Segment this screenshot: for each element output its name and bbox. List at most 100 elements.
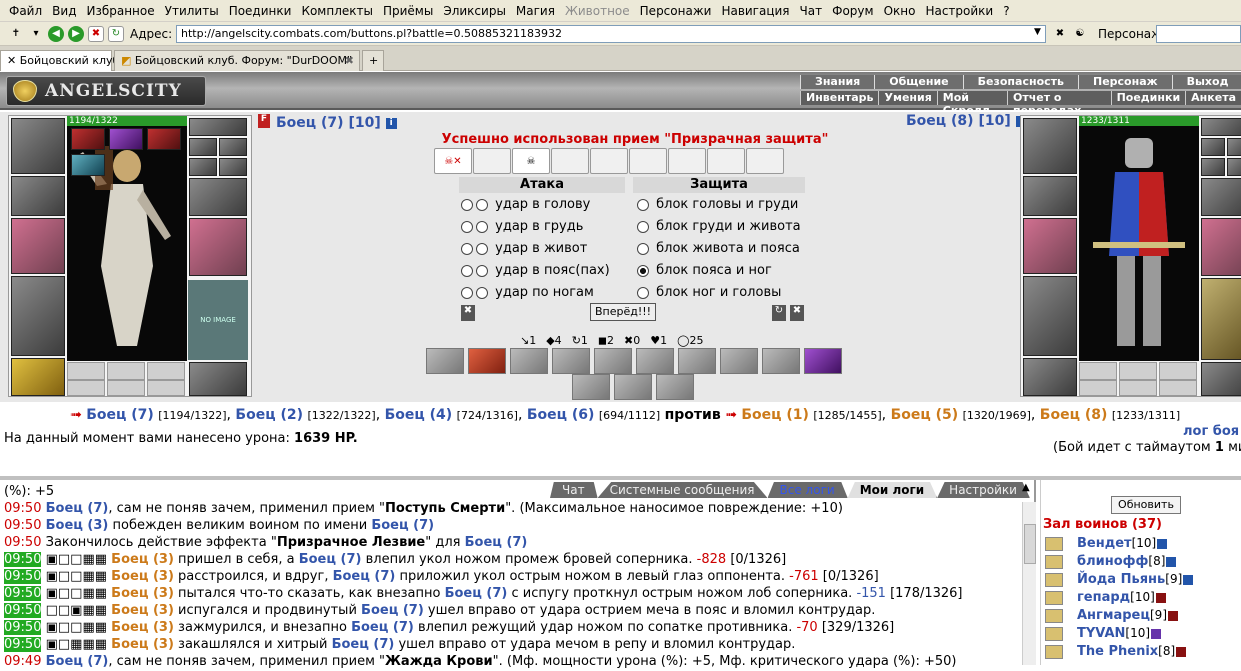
header-nav-item[interactable]: Безопасность (962, 75, 1078, 89)
warrior-item[interactable]: гепард[10] (1045, 590, 1193, 608)
info-icon[interactable] (1176, 646, 1187, 657)
empty-slot[interactable] (1079, 362, 1117, 380)
empty-slot[interactable] (107, 362, 145, 380)
persona-input[interactable] (1156, 25, 1241, 43)
defense-option[interactable]: блок головы и груди (637, 197, 798, 212)
chat-tab[interactable]: Мои логи (847, 482, 938, 498)
header-subnav-item[interactable]: Анкета (1185, 91, 1241, 105)
buff-slot[interactable] (71, 128, 105, 150)
menu-item[interactable]: Окно (879, 4, 921, 18)
header-subnav-item[interactable]: Мой Скролл (936, 91, 1007, 117)
spell-slot[interactable] (614, 374, 652, 400)
ring-slot[interactable] (1201, 138, 1225, 156)
amulet-slot[interactable] (1201, 118, 1241, 136)
trick-slot[interactable]: ☠ (512, 148, 550, 174)
dropdown-icon[interactable]: ▾ (28, 26, 44, 42)
stop-icon[interactable]: ✖ (88, 25, 104, 42)
team-left-fighter[interactable]: Боец (2) (235, 407, 303, 423)
header-nav-item[interactable]: Персонаж (1078, 75, 1172, 89)
ring-slot[interactable] (219, 138, 247, 156)
menu-item[interactable]: Навигация (716, 4, 794, 18)
warrior-name[interactable]: Ангмарец (1077, 608, 1150, 623)
attack-radio-a[interactable] (461, 220, 473, 233)
menu-item[interactable]: Чат (795, 4, 828, 18)
close-icon[interactable]: ✕ (7, 54, 16, 67)
trick-slot[interactable] (551, 148, 589, 174)
attack-radio-b[interactable] (476, 220, 488, 233)
fighter-link[interactable]: Боец (7) (332, 637, 395, 652)
boots-slot[interactable] (1201, 362, 1241, 396)
tool-icon[interactable]: ☯ (1072, 25, 1088, 41)
menu-item[interactable]: Поединки (224, 4, 297, 18)
attack-radio-b[interactable] (476, 242, 488, 255)
armor-slot[interactable] (11, 276, 65, 356)
menu-item[interactable]: Приёмы (378, 4, 438, 18)
team-left-fighter[interactable]: Боец (6) (527, 407, 595, 423)
team-left-fighter[interactable]: Боец (4) (385, 407, 453, 423)
header-nav-item[interactable]: Выход (1171, 75, 1241, 89)
fighter-link[interactable]: Боец (7) (351, 620, 414, 635)
team-right-fighter[interactable]: Боец (5) (891, 407, 959, 423)
attack-radio-a[interactable] (461, 242, 473, 255)
trick-slot[interactable] (668, 148, 706, 174)
fighter-link[interactable]: Боец (7) (299, 552, 362, 567)
header-subnav-item[interactable]: Умения (878, 91, 936, 105)
defense-radio[interactable] (637, 242, 649, 255)
menu-item[interactable]: Эликсиры (438, 4, 511, 18)
warrior-item[interactable]: The Phenix[8] (1045, 644, 1193, 662)
header-subnav-item[interactable]: Поединки (1110, 91, 1186, 105)
buff-slot[interactable] (147, 128, 181, 150)
new-tab-button[interactable]: + (362, 50, 384, 71)
empty-slot[interactable] (1159, 362, 1197, 380)
armor-slot[interactable] (1023, 276, 1077, 356)
ring-slot[interactable] (1227, 138, 1241, 156)
pin-icon[interactable]: ✝ (8, 26, 24, 42)
fighter-link[interactable]: -151 (856, 586, 886, 601)
collapse-icon[interactable]: ▲ (1022, 482, 1030, 493)
menu-item[interactable]: Магия (511, 4, 560, 18)
empty-slot[interactable] (67, 362, 105, 380)
fighter-link[interactable]: Боец (7) (465, 535, 528, 550)
ring-slot[interactable] (219, 158, 247, 176)
menu-item[interactable]: Утилиты (160, 4, 224, 18)
empty-slot[interactable] (147, 362, 185, 380)
right-fighter-name[interactable]: Боец (8) [10] i (906, 113, 1027, 129)
header-subnav-item[interactable]: Отчет о переводах (1006, 91, 1111, 117)
defense-option[interactable]: блок живота и пояса (637, 241, 800, 256)
skill-icon[interactable]: ↻ (772, 305, 786, 321)
menu-item[interactable]: Персонажи (635, 4, 717, 18)
defense-radio[interactable] (637, 198, 649, 211)
boots-slot[interactable] (189, 362, 247, 396)
spell-slot[interactable] (804, 348, 842, 374)
close-page-icon[interactable]: ✖ (1052, 25, 1068, 41)
address-dropdown-icon[interactable]: ▼ (1034, 27, 1041, 37)
ring-slot[interactable] (1201, 158, 1225, 176)
attack-radio-b[interactable] (476, 264, 488, 277)
address-input[interactable]: http://angelscity.combats.com/buttons.pl… (176, 25, 1046, 43)
info-icon[interactable] (1166, 556, 1177, 567)
attack-radio-b[interactable] (476, 198, 488, 211)
header-nav-item[interactable]: Знания (800, 75, 875, 89)
scroll-thumb[interactable] (1024, 524, 1036, 564)
spell-slot[interactable] (572, 374, 610, 400)
menu-item[interactable]: Форум (827, 4, 878, 18)
ring-slot[interactable] (1227, 158, 1241, 176)
trick-slot[interactable] (473, 148, 511, 174)
spell-slot[interactable] (510, 348, 548, 374)
battle-log-link[interactable]: лог боя (1183, 424, 1239, 439)
belt-slot[interactable] (11, 358, 65, 396)
spell-slot[interactable] (678, 348, 716, 374)
menu-item[interactable]: Файл (4, 4, 47, 18)
weapon-slot[interactable] (1023, 218, 1077, 274)
trick-slot-used[interactable]: ☠✕ (434, 148, 472, 174)
skill-icon[interactable]: ✖ (790, 305, 804, 321)
warrior-item[interactable]: TYVAN[10] (1045, 626, 1193, 644)
menu-item[interactable]: ? (998, 4, 1014, 18)
warrior-item[interactable]: блинофф[8] (1045, 554, 1193, 572)
fighter-link[interactable]: Боец (7) (445, 586, 508, 601)
defense-option[interactable]: блок ног и головы (637, 285, 781, 300)
fighter-link[interactable]: Боец (7) (361, 603, 424, 618)
chat-tab[interactable]: Настройки (937, 482, 1030, 498)
attack-radio-b[interactable] (476, 286, 488, 299)
spell-slot[interactable] (426, 348, 464, 374)
